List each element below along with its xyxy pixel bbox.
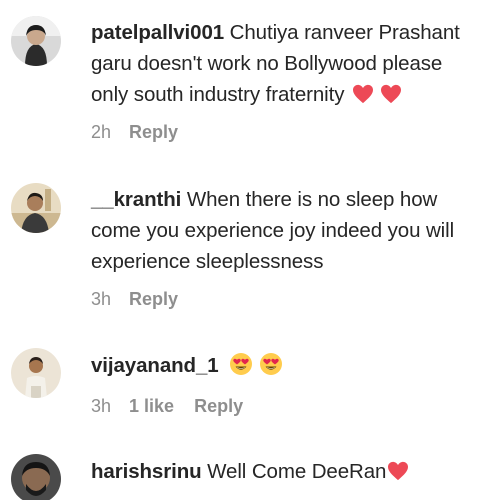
reply-button[interactable]: Reply [194,395,243,417]
emoji-group [352,82,408,113]
comment-text: When there is no sleep how [186,188,438,211]
comment-meta: 3h Reply [91,288,178,310]
avatar-photo-icon [11,454,61,500]
avatar[interactable] [11,348,61,398]
reply-button[interactable]: Reply [129,121,178,143]
comment-timestamp: 2h [91,122,112,142]
heart-eyes-emoji-icon [229,353,252,375]
avatar-photo-icon [11,16,61,66]
comment-text: experience sleeplessness [91,250,324,273]
comment-username[interactable]: vijayanand_1 [91,354,219,377]
comment-text: Well Come DeeRan [207,460,387,483]
comment-text: only south industry fraternity [91,83,345,106]
comment-username[interactable]: patelpallvi001 [91,21,224,44]
emoji-group [229,352,289,385]
comment-meta: 2h Reply [91,121,178,143]
comment-timestamp: 3h [91,396,112,416]
avatar-photo-icon [11,183,61,233]
red-heart-icon [353,84,374,104]
avatar[interactable] [11,454,61,500]
red-heart-icon [388,461,409,481]
avatar[interactable] [11,183,61,233]
comment-text: Chutiya ranveer Prashant [229,21,460,44]
avatar-photo-icon [11,348,61,398]
comment-text: garu doesn't work no Bollywood please [91,52,443,75]
comment-timestamp: 3h [91,289,112,309]
like-count[interactable]: 1 like [129,395,174,417]
heart-eyes-emoji-icon [259,353,282,375]
comment-username[interactable]: harishsrinu [91,460,202,483]
reply-button[interactable]: Reply [129,288,178,310]
comment-text: come you experience joy indeed you will [91,219,455,242]
red-heart-icon [381,84,402,104]
comments-list: patelpallvi001 Chutiya ranveer Prashant … [0,0,500,500]
avatar[interactable] [11,16,61,66]
comment-meta: 3h 1 like Reply [91,395,243,417]
comment-username[interactable]: __kranthi [91,188,181,211]
